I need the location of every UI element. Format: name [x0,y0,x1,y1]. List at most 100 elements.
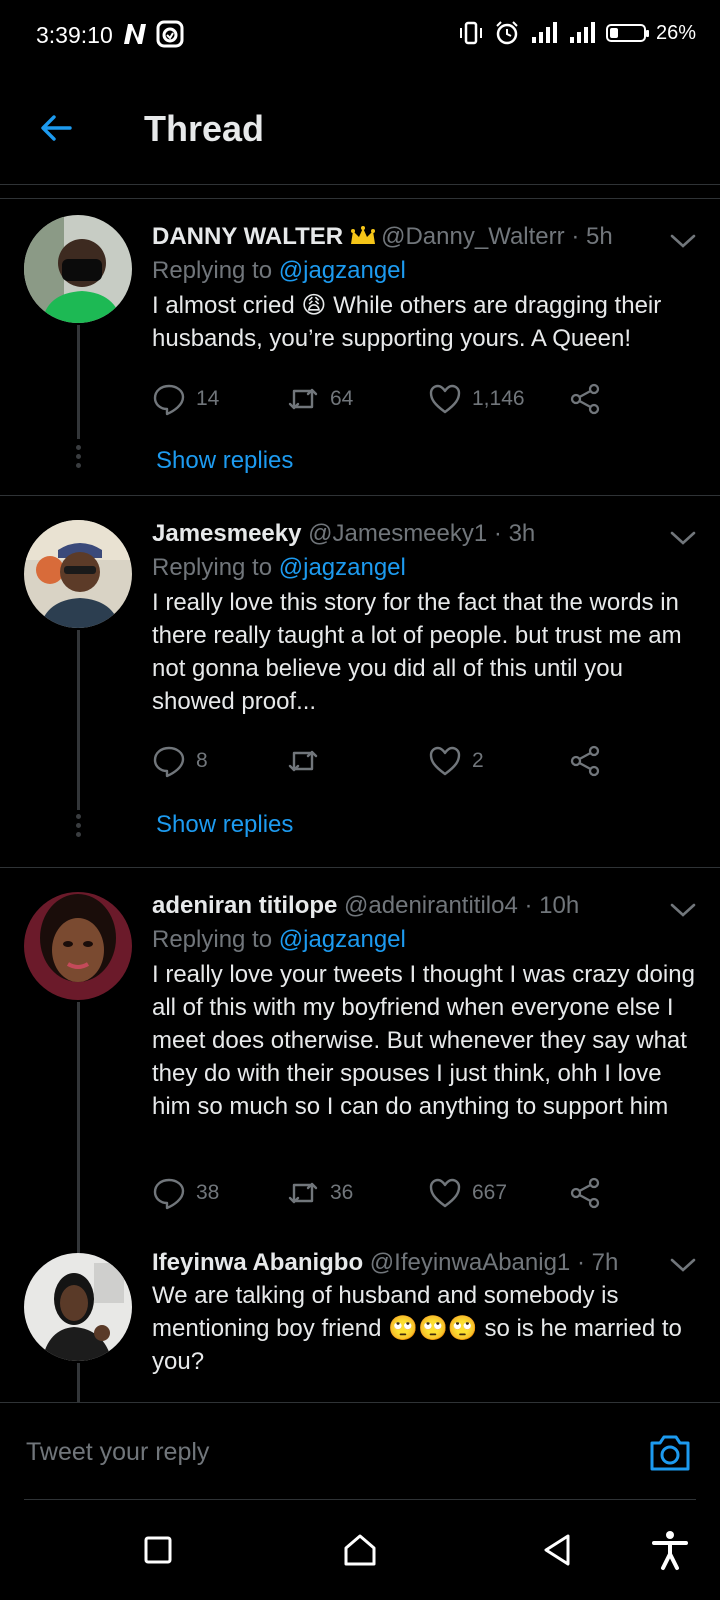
page-title: Thread [144,108,265,149]
thread-dots [75,445,82,472]
thread-dots [75,814,82,841]
tweet-card[interactable]: DANNY WALTER @Danny_Walterr · 5h Replyin… [0,199,720,496]
timestamp: · 10h [524,892,580,919]
battery-fill [609,28,618,38]
thread-feed[interactable]: DANNY WALTER @Danny_Walterr · 5h Replyin… [0,184,720,1402]
avatar[interactable] [24,1253,132,1361]
avatar-image [24,520,132,628]
share-icon [570,383,600,415]
display-name[interactable]: Ifeyinwa Abanigbo [152,1249,363,1276]
share-icon [570,745,600,777]
mention-link[interactable]: @jagzangel [279,554,406,581]
tweet-actions: 14 64 1,146 [152,382,602,416]
chevron-down-icon[interactable] [670,233,696,249]
handle[interactable]: @Jamesmeeky1 [308,520,487,547]
reply-button[interactable]: 14 [152,382,286,416]
thread-line [77,1363,80,1402]
heart-icon [429,384,461,414]
retweet-button[interactable]: 64 [286,382,428,416]
show-replies-link[interactable]: Show replies [156,811,293,839]
thread-line [77,630,80,810]
system-nav-bar [0,1500,720,1600]
home-icon[interactable] [338,1528,382,1572]
battery-percent: 26% [655,21,696,44]
display-name[interactable]: DANNY WALTER [152,223,343,250]
like-button[interactable]: 1,146 [428,382,568,416]
chevron-down-icon[interactable] [670,1257,696,1273]
mention-link[interactable]: @jagzangel [279,926,406,953]
like-button[interactable]: 667 [428,1176,568,1210]
back-triangle-icon[interactable] [536,1528,580,1572]
timestamp: · 5h [571,223,613,250]
reply-icon [153,746,185,778]
handle[interactable]: @IfeyinwaAbanig1 [370,1249,570,1276]
reply-button[interactable]: 8 [152,744,286,778]
avatar[interactable] [24,215,132,323]
accessibility-icon[interactable] [648,1528,692,1572]
replying-label: Replying to [152,926,273,953]
avatar-image [24,892,132,1000]
chevron-down-icon[interactable] [670,902,696,918]
like-count: 1,146 [472,387,525,410]
reply-count: 38 [196,1181,220,1204]
n-app-icon [124,24,146,44]
retweet-icon [288,750,318,772]
display-name[interactable]: adeniran titilope [152,892,337,919]
clipped-tweet-edge [0,184,720,199]
mention-link[interactable]: @jagzangel [279,257,406,284]
heart-icon [429,746,461,776]
display-name[interactable]: Jamesmeeky [152,520,301,547]
chevron-down-icon[interactable] [670,530,696,546]
reply-input[interactable] [24,1429,608,1475]
timestamp: · 7h [576,1249,619,1276]
reply-icon [153,1178,185,1210]
retweet-icon [288,1182,318,1204]
recents-square-icon[interactable] [136,1528,180,1572]
retweet-count: 64 [330,387,354,410]
replying-label: Replying to [152,257,273,284]
show-replies-link[interactable]: Show replies [156,447,293,475]
avatar-image [24,215,132,323]
inbox-icon [156,20,184,48]
handle[interactable]: @Danny_Walterr [381,223,565,250]
tweet-header: DANNY WALTER @Danny_Walterr · 5h [152,221,700,253]
thread-line [77,1002,80,1253]
reply-button[interactable]: 38 [152,1176,286,1210]
tweet-actions: 8 2 [152,744,602,778]
tweet-header: Ifeyinwa Abanigbo @IfeyinwaAbanig1 · 7h [152,1247,700,1279]
notification-icons [122,20,184,48]
avatar[interactable] [24,892,132,1000]
tweet-text: We are talking of husband and somebody i… [152,1282,682,1375]
tweet-card[interactable]: Jamesmeeky @Jamesmeeky1 · 3h Replying to… [0,496,720,868]
heart-icon [429,1178,461,1208]
share-icon [570,1177,600,1209]
reply-count: 14 [196,387,220,410]
tweet-actions: 38 36 667 [152,1176,602,1210]
alarm-icon [496,21,518,45]
system-icons: 26% [458,20,696,46]
share-button[interactable] [568,1176,602,1210]
reply-count: 8 [196,749,208,772]
vibrate-icon [459,21,482,45]
replying-label: Replying to [152,554,273,581]
crown-emoji-icon [351,226,376,244]
share-button[interactable] [568,744,602,778]
like-button[interactable]: 2 [428,744,568,778]
retweet-count: 36 [330,1181,354,1204]
tweet-text: I almost cried 😩 While others are draggi… [152,292,662,352]
tweet-card[interactable]: adeniran titilope @adenirantitilo4 · 10h… [0,868,720,1253]
retweet-icon [288,388,318,410]
tweet-header: adeniran titilope @adenirantitilo4 · 10h [152,890,700,922]
status-bar: 3:39:10 26% [0,0,720,72]
share-button[interactable] [568,382,602,416]
handle[interactable]: @adenirantitilo4 [344,892,518,919]
avatar-image [24,1253,132,1361]
camera-icon[interactable] [648,1433,692,1473]
retweet-button[interactable]: 36 [286,1176,428,1210]
retweet-button[interactable] [286,744,428,778]
timestamp: · 3h [493,520,536,547]
signal-icon [531,22,557,43]
avatar[interactable] [24,520,132,628]
arrow-left-icon[interactable] [36,108,76,148]
tweet-card[interactable]: Ifeyinwa Abanigbo @IfeyinwaAbanig1 · 7h … [0,1249,720,1402]
